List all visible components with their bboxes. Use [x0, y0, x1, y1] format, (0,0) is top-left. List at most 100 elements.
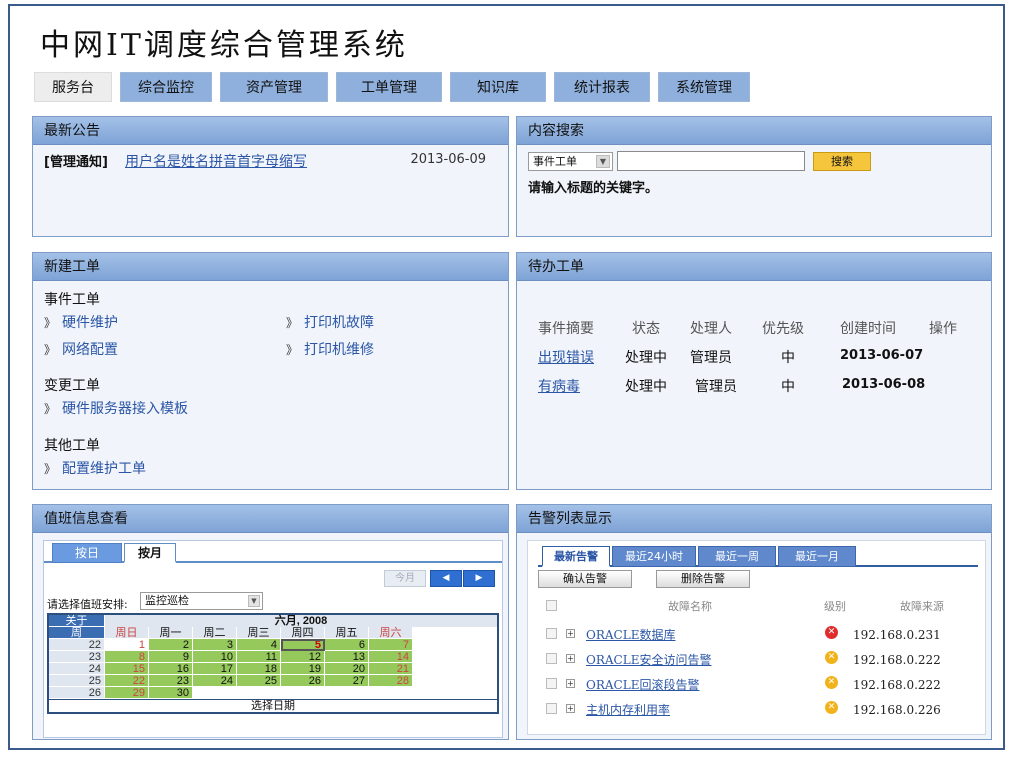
alarm-name-link[interactable]: ORACLE回滚段告警 — [586, 676, 699, 693]
calendar-day[interactable]: 25 — [237, 675, 281, 687]
calendar-close-button[interactable]: 关于 — [49, 615, 105, 627]
search-hint: 请输入标题的关键字。 — [528, 181, 659, 196]
calendar-day[interactable]: 6 — [325, 639, 369, 651]
calendar-day[interactable]: 9 — [149, 651, 193, 663]
expand-plus-icon[interactable]: + — [566, 629, 575, 638]
calendar-day[interactable]: 23 — [149, 675, 193, 687]
nav-tab-knowledge[interactable]: 知识库 — [450, 72, 546, 102]
calendar-week-number: 26 — [49, 687, 105, 699]
calendar-week-number: 23 — [49, 651, 105, 663]
alarm-tab-week[interactable]: 最近一周 — [698, 546, 776, 567]
calendar-day[interactable]: 12 — [281, 651, 325, 663]
tab-by-day[interactable]: 按日 — [52, 543, 122, 563]
calendar-day[interactable]: 4 — [237, 639, 281, 651]
next-month-button[interactable]: ▶ — [463, 570, 495, 587]
nav-tab-assets[interactable]: 资产管理 — [220, 72, 328, 102]
calendar-day[interactable]: 14 — [369, 651, 413, 663]
ticket-link-hardware[interactable]: 》硬件维护 — [44, 312, 118, 332]
calendar-day[interactable]: 22 — [105, 675, 149, 687]
calendar-day[interactable]: 15 — [105, 663, 149, 675]
calendar-day[interactable]: 11 — [237, 651, 281, 663]
prev-month-button[interactable]: ◀ — [430, 570, 462, 587]
ticket-link-config[interactable]: 》配置维护工单 — [44, 458, 146, 478]
alarm-row-checkbox[interactable] — [546, 703, 557, 714]
todo-header-status: 状态 — [632, 321, 660, 337]
ticket-link-server-template[interactable]: 》硬件服务器接入模板 — [44, 398, 188, 418]
calendar-day[interactable]: 27 — [325, 675, 369, 687]
calendar-day[interactable]: 19 — [281, 663, 325, 675]
notice-date: 2013-06-09 — [410, 152, 486, 167]
ticket-link-printer-repair[interactable]: 》打印机维修 — [286, 339, 374, 359]
calendar-day — [369, 687, 413, 699]
confirm-alarm-button[interactable]: 确认告警 — [538, 570, 632, 588]
calendar-day[interactable]: 24 — [193, 675, 237, 687]
chevron-right-icon: 》 — [44, 343, 57, 357]
alarm-source: 192.168.0.222 — [853, 678, 941, 692]
ticket-link-label: 打印机维修 — [304, 342, 375, 358]
ticket-link-label: 硬件服务器接入模板 — [62, 401, 189, 417]
expand-plus-icon[interactable]: + — [566, 704, 575, 713]
alarm-source: 192.168.0.226 — [853, 703, 941, 717]
alarm-panel: 告警列表显示 最新告警 最近24小时 最近一周 最近一月 确认告警 删除告警 故… — [516, 504, 992, 740]
calendar-day[interactable]: 28 — [369, 675, 413, 687]
alarm-source: 192.168.0.231 — [853, 628, 941, 642]
nav-tab-tickets[interactable]: 工单管理 — [336, 72, 442, 102]
calendar-week-row: 23 8 9 10 11 12 13 14 — [49, 651, 497, 663]
alarm-name-link[interactable]: 主机内存利用率 — [586, 701, 670, 718]
calendar-day[interactable]: 17 — [193, 663, 237, 675]
todo-header-priority: 优先级 — [762, 321, 804, 337]
select-all-checkbox[interactable] — [546, 600, 557, 611]
calendar-day[interactable]: 8 — [105, 651, 149, 663]
todo-row-1-summary[interactable]: 出现错误 — [538, 347, 594, 367]
nav-tab-monitoring[interactable]: 综合监控 — [120, 72, 212, 102]
nav-tab-service-desk[interactable]: 服务台 — [34, 72, 112, 102]
calendar-day — [193, 687, 237, 699]
ticket-link-network[interactable]: 》网络配置 — [44, 339, 118, 359]
todo-row-2-summary[interactable]: 有病毒 — [538, 376, 580, 396]
alarm-tab-24h[interactable]: 最近24小时 — [612, 546, 696, 567]
calendar-day[interactable]: 18 — [237, 663, 281, 675]
search-type-select[interactable]: 事件工单 ▼ — [528, 152, 613, 171]
calendar-day[interactable]: 16 — [149, 663, 193, 675]
nav-tab-reports[interactable]: 统计报表 — [554, 72, 650, 102]
alarm-tab-month[interactable]: 最近一月 — [778, 546, 856, 567]
search-button[interactable]: 搜索 — [813, 152, 871, 171]
alarm-row-checkbox[interactable] — [546, 653, 557, 664]
calendar-day[interactable]: 3 — [193, 639, 237, 651]
expand-plus-icon[interactable]: + — [566, 654, 575, 663]
calendar-day[interactable]: 26 — [281, 675, 325, 687]
calendar-day[interactable]: 30 — [149, 687, 193, 699]
calendar-day[interactable]: 1 — [105, 639, 149, 651]
calendar-day[interactable]: 20 — [325, 663, 369, 675]
todo-row-2-status: 处理中 — [625, 379, 667, 395]
search-input[interactable] — [617, 151, 805, 171]
alarm-row-checkbox[interactable] — [546, 678, 557, 689]
todo-row-1-status: 处理中 — [625, 350, 667, 366]
calendar-day[interactable]: 5 — [281, 639, 325, 651]
calendar-day[interactable]: 2 — [149, 639, 193, 651]
calendar-week-number: 25 — [49, 675, 105, 687]
calendar-day[interactable]: 29 — [105, 687, 149, 699]
todo-row-1-handler: 管理员 — [690, 350, 732, 366]
calendar-footer[interactable]: 选择日期 — [49, 699, 497, 712]
notice-link[interactable]: 用户名是姓名拼音首字母缩写 — [125, 151, 307, 171]
expand-plus-icon[interactable]: + — [566, 679, 575, 688]
calendar-day — [325, 687, 369, 699]
chevron-down-icon: ▼ — [596, 155, 610, 168]
this-month-button[interactable]: 今月 — [384, 570, 426, 587]
calendar-week-number: 24 — [49, 663, 105, 675]
duty-select[interactable]: 监控巡检 ▼ — [140, 592, 263, 610]
calendar-day[interactable]: 13 — [325, 651, 369, 663]
calendar-day[interactable]: 10 — [193, 651, 237, 663]
tab-by-month[interactable]: 按月 — [124, 543, 176, 563]
ticket-link-printer-fault[interactable]: 》打印机故障 — [286, 312, 374, 332]
alarm-name-link[interactable]: ORACLE安全访问告警 — [586, 651, 711, 668]
delete-alarm-button[interactable]: 删除告警 — [656, 570, 750, 588]
alarm-name-link[interactable]: ORACLE数据库 — [586, 626, 675, 643]
calendar-weekday-row: 周 周日 周一 周二 周三 周四 周五 周六 — [49, 627, 497, 639]
calendar-day[interactable]: 7 — [369, 639, 413, 651]
nav-tab-system[interactable]: 系统管理 — [658, 72, 750, 102]
calendar-day[interactable]: 21 — [369, 663, 413, 675]
alarm-row-checkbox[interactable] — [546, 628, 557, 639]
alarm-tab-latest[interactable]: 最新告警 — [542, 546, 610, 567]
